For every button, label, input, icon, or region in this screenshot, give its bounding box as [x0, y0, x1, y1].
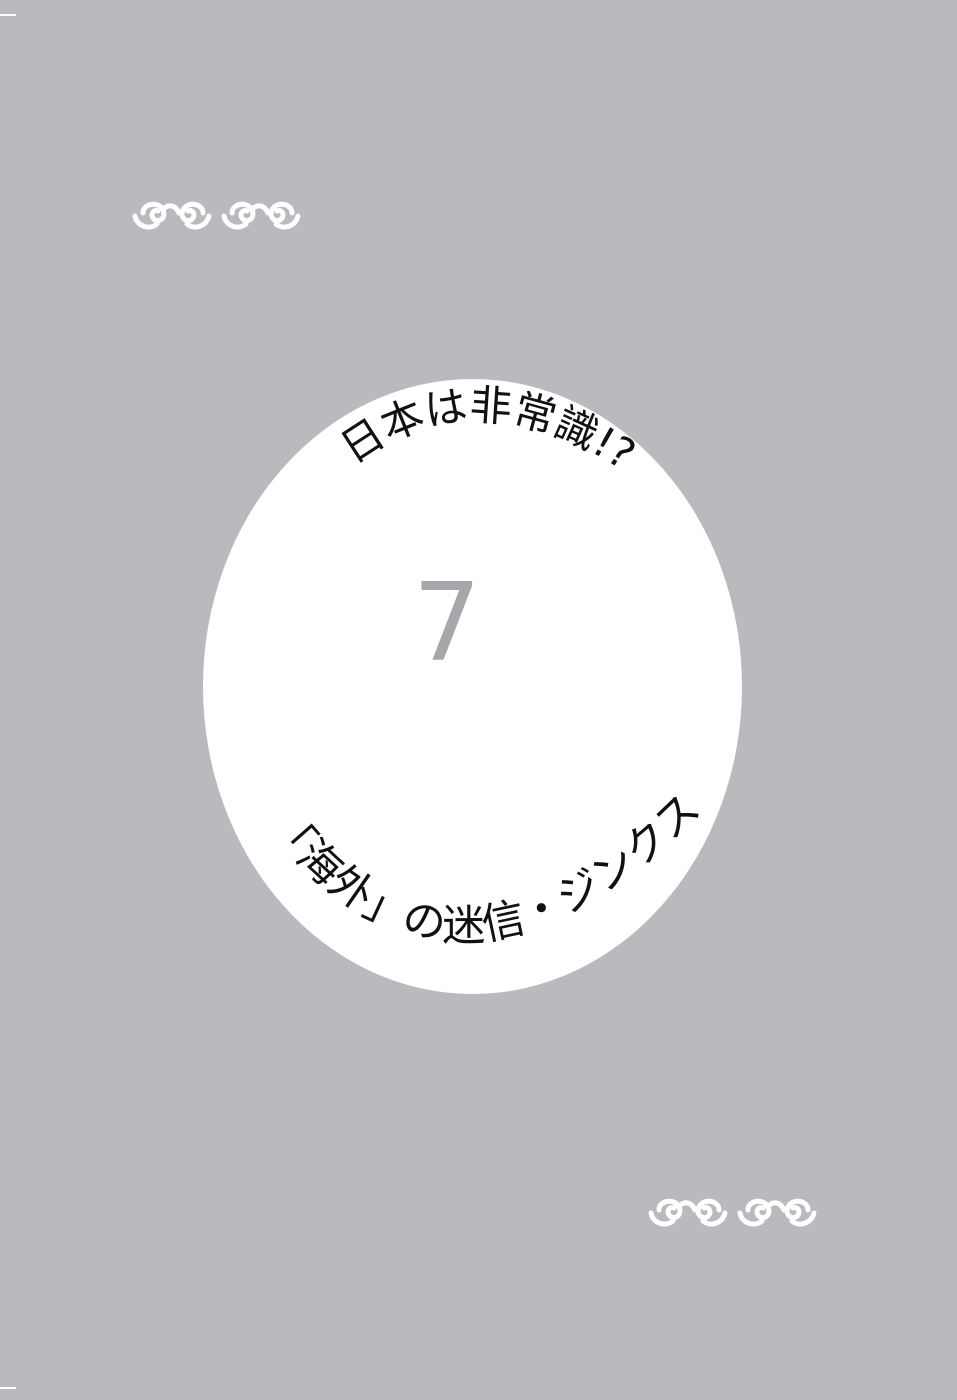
chapter-number: 7	[412, 561, 482, 686]
title-arc-text: 日本は非常識!? 「海外」の迷信・ジンクス	[258, 380, 711, 952]
spiral-ornament-top	[132, 201, 301, 230]
crop-mark	[0, 14, 16, 16]
chapter-supertitle: 日本は非常識!?	[332, 380, 644, 479]
chapter-title: 「海外」の迷信・ジンクス	[258, 784, 711, 952]
spiral-ornament-bottom	[648, 1198, 817, 1227]
crop-mark	[0, 1387, 16, 1389]
chapter-title-page: 日本は非常識!? 「海外」の迷信・ジンクス 7	[0, 0, 957, 1400]
